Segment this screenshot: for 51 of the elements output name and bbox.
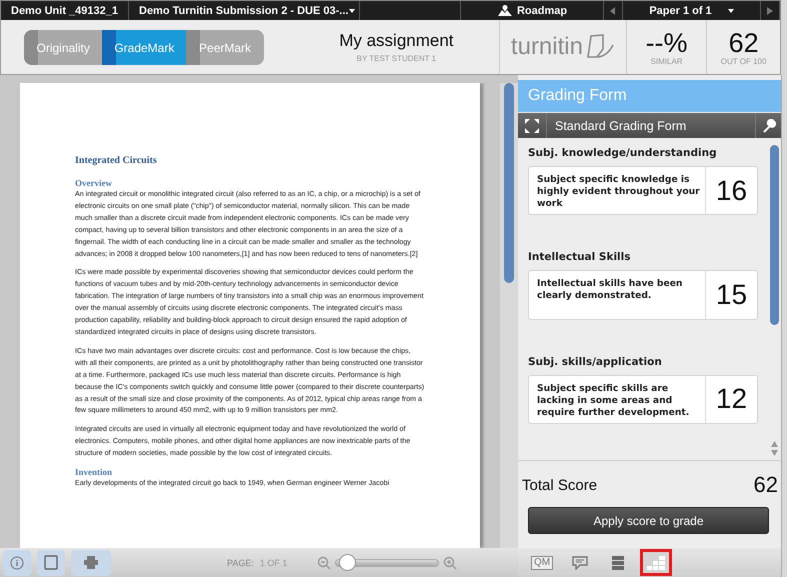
grade-score: 62 — [728, 28, 759, 56]
rubric-button[interactable] — [640, 549, 672, 576]
criterion-score[interactable]: 16 — [706, 167, 757, 214]
total-label: Total Score — [522, 476, 598, 494]
zoom-slider[interactable] — [335, 554, 440, 571]
criterion-name: Intellectual Skills — [528, 251, 632, 264]
document-title: Integrated Circuits — [75, 155, 158, 166]
criterion-description: Subject specific skills are lacking in some areas and require further development. — [529, 376, 706, 423]
comment-icon — [572, 556, 588, 570]
info-button[interactable] — [3, 550, 31, 576]
similarity-label: SIMILAR — [650, 56, 683, 66]
scroll-up-icon[interactable] — [771, 441, 778, 447]
criterion-name: Subj. knowledge/understanding — [528, 147, 718, 159]
page-label: PAGE: — [227, 558, 254, 568]
caret-icon — [349, 8, 356, 14]
apply-button[interactable]: Apply score to grade — [528, 507, 769, 534]
section-heading: Overview — [75, 178, 113, 188]
zoom-out-icon[interactable] — [317, 556, 332, 570]
criterion-score[interactable]: 15 — [706, 271, 757, 319]
previous-icon[interactable] — [610, 6, 616, 14]
student-name: BY TEST STUDENT 1 — [356, 54, 436, 63]
scroll-down-icon[interactable] — [771, 450, 778, 456]
criterion-name: Subj. skills/application — [528, 356, 663, 368]
map-icon — [496, 4, 513, 17]
info-icon — [10, 556, 24, 570]
logo-text: turnitin — [510, 33, 583, 61]
scrollbar-thumb[interactable] — [770, 145, 779, 325]
caret-icon — [728, 8, 734, 14]
section-heading: Invention — [75, 467, 114, 478]
panel-title: Grading Form — [518, 80, 781, 112]
similarity-score: --% — [646, 28, 688, 56]
zoom-in-icon[interactable] — [443, 556, 458, 570]
criterion-score[interactable]: 12 — [706, 376, 757, 423]
grid-icon — [647, 556, 665, 570]
logo-icon — [584, 33, 615, 61]
page-number: 1 OF 1 — [260, 558, 288, 568]
slider-thumb[interactable] — [338, 554, 356, 571]
criterion-description: Intellectual skills have been clearly demonstrated. — [529, 271, 706, 319]
criterion-description: Subject specific knowledge is highly evident throughout your work — [529, 167, 706, 214]
page-icon — [44, 555, 58, 570]
assignment-title: My assignment — [339, 31, 454, 51]
next-icon[interactable] — [767, 6, 773, 14]
total-score: 62 — [754, 472, 778, 498]
page-view-button[interactable] — [37, 550, 65, 576]
form-name: Standard Grading Form — [554, 118, 688, 132]
scrollbar-thumb[interactable] — [504, 83, 514, 283]
quickmark-button[interactable]: QM — [526, 549, 558, 576]
print-button[interactable] — [71, 550, 111, 576]
list-icon — [612, 556, 624, 570]
grade-label: OUT OF 100 — [720, 56, 766, 66]
expand-icon[interactable] — [525, 118, 539, 132]
